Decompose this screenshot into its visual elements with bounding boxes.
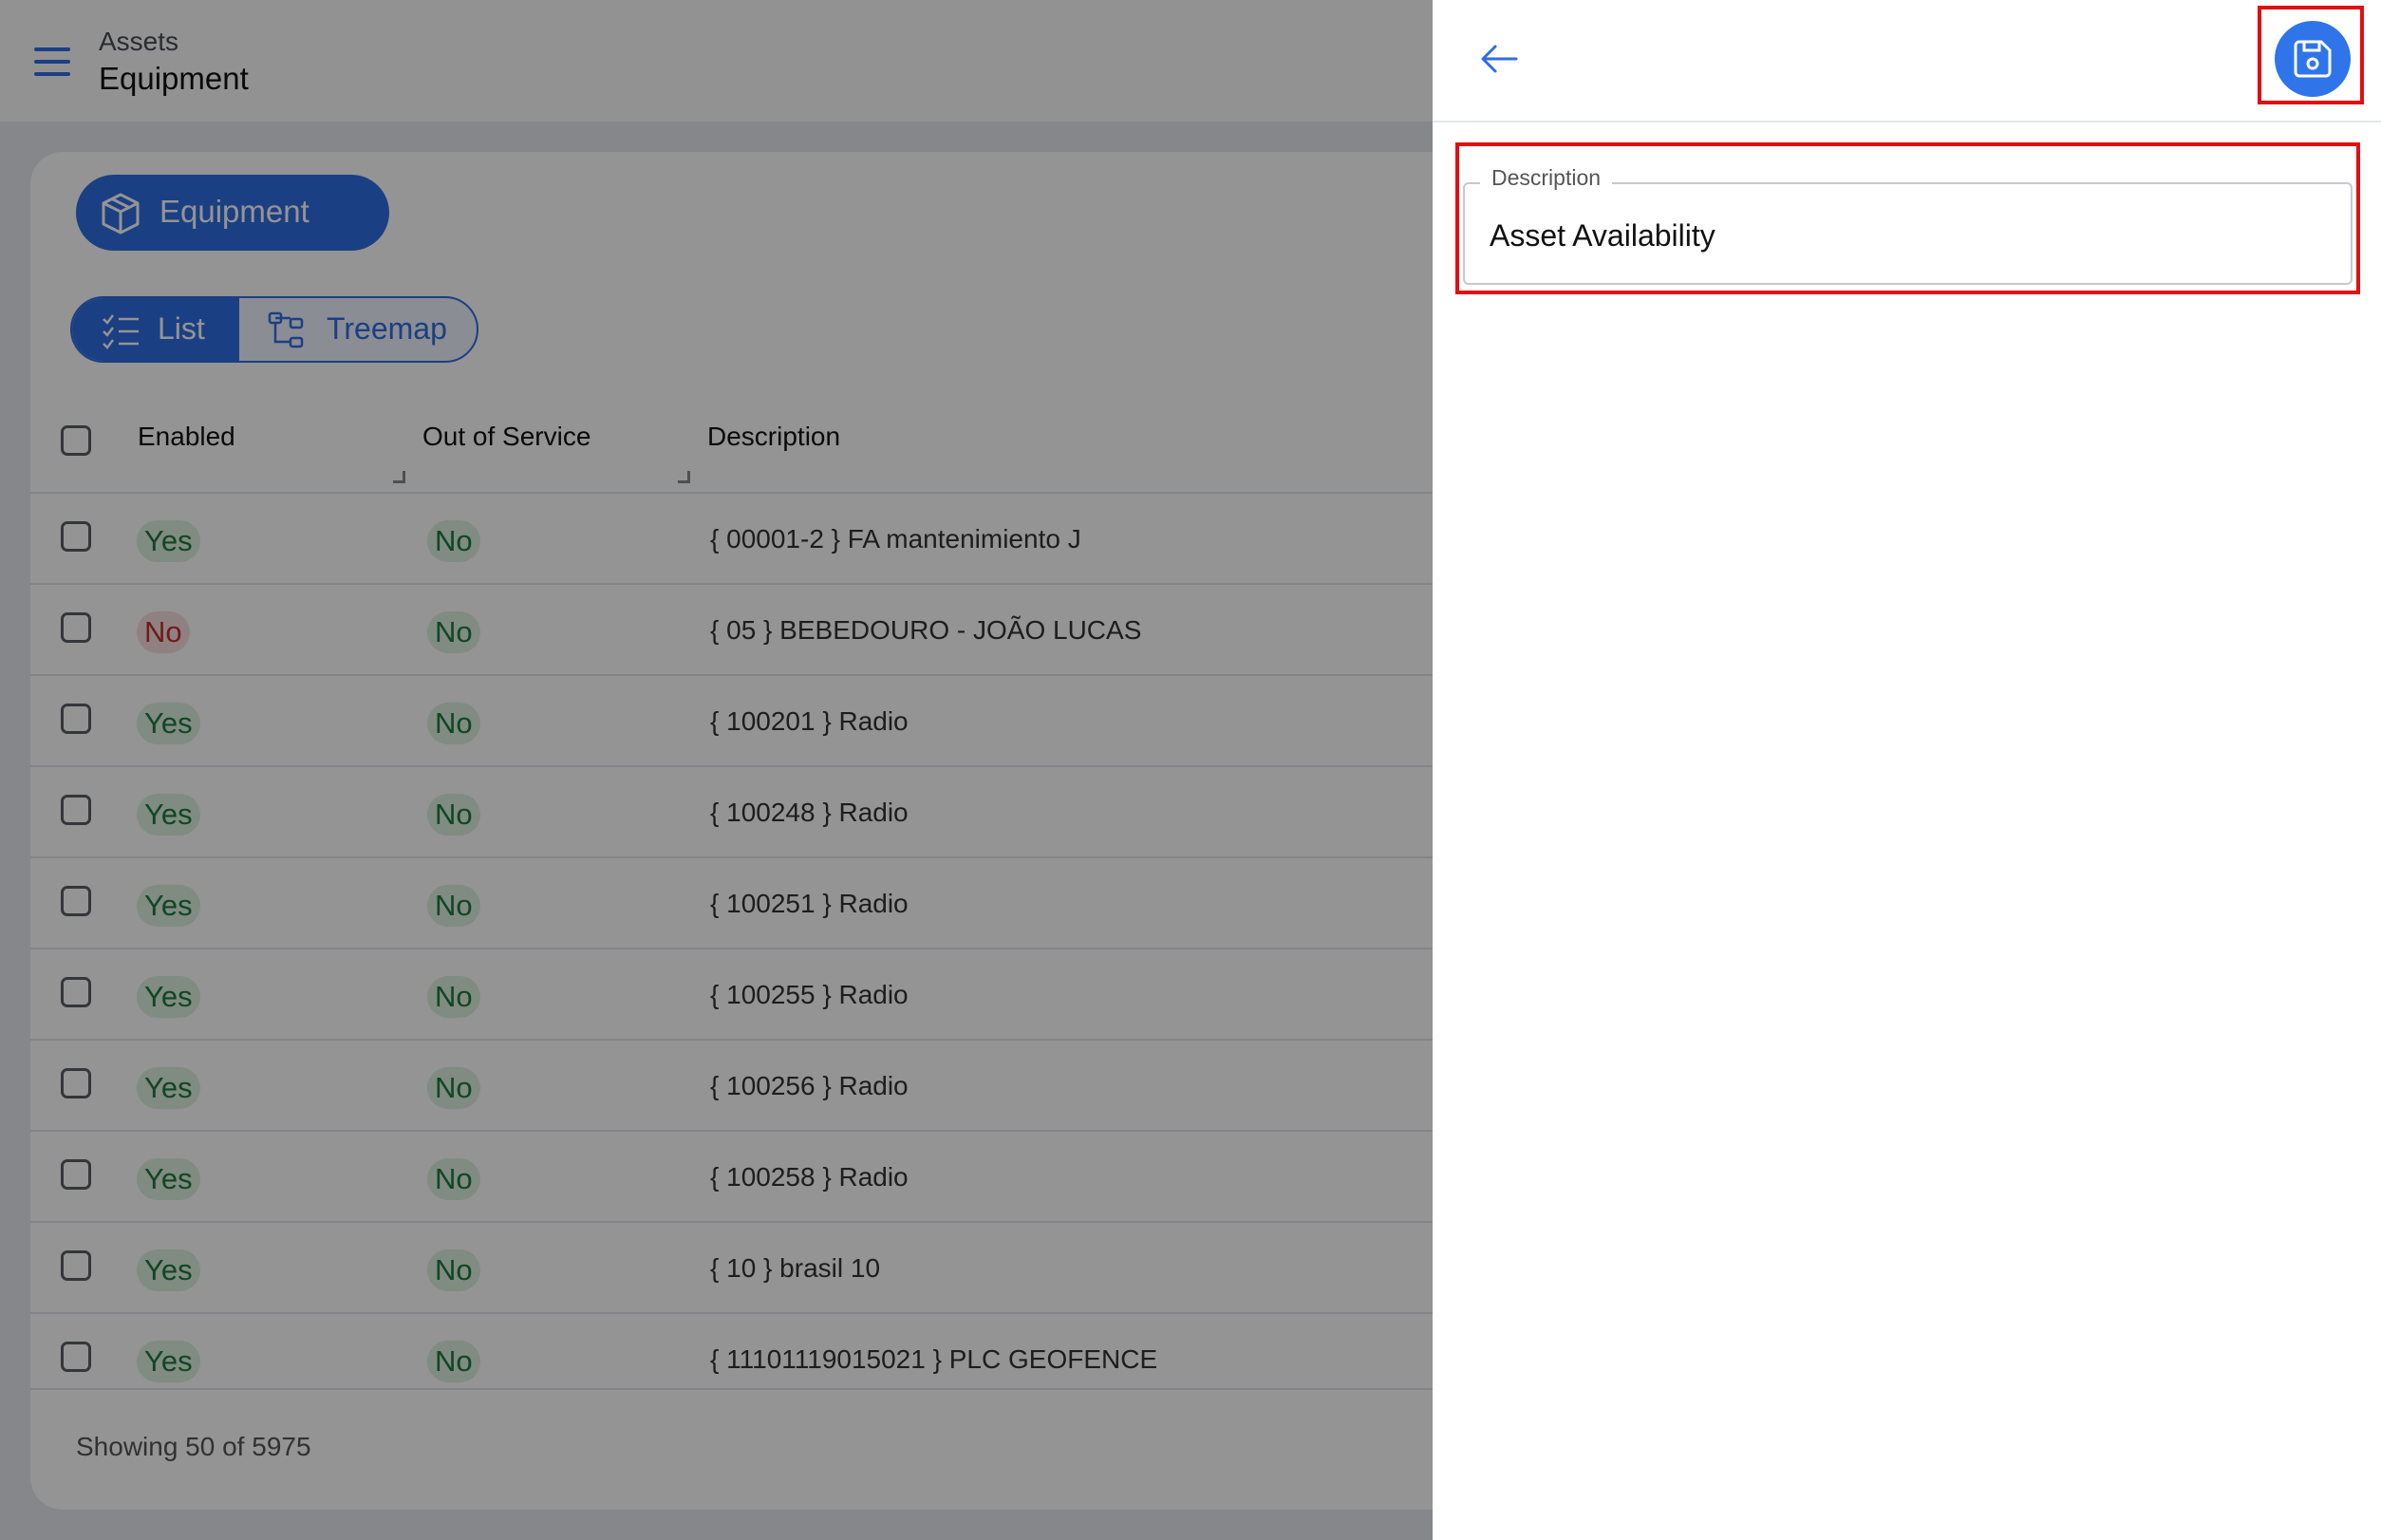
modal-overlay[interactable] bbox=[0, 0, 1433, 1540]
save-icon bbox=[2294, 40, 2332, 78]
save-button[interactable] bbox=[2275, 21, 2351, 97]
back-arrow-icon[interactable] bbox=[1478, 42, 1520, 76]
panel-header bbox=[1433, 0, 2381, 122]
description-field-value[interactable]: Asset Availability bbox=[1490, 218, 1715, 254]
edit-panel: Description Asset Availability bbox=[1433, 0, 2381, 1540]
description-field-label: Description bbox=[1480, 165, 1613, 191]
